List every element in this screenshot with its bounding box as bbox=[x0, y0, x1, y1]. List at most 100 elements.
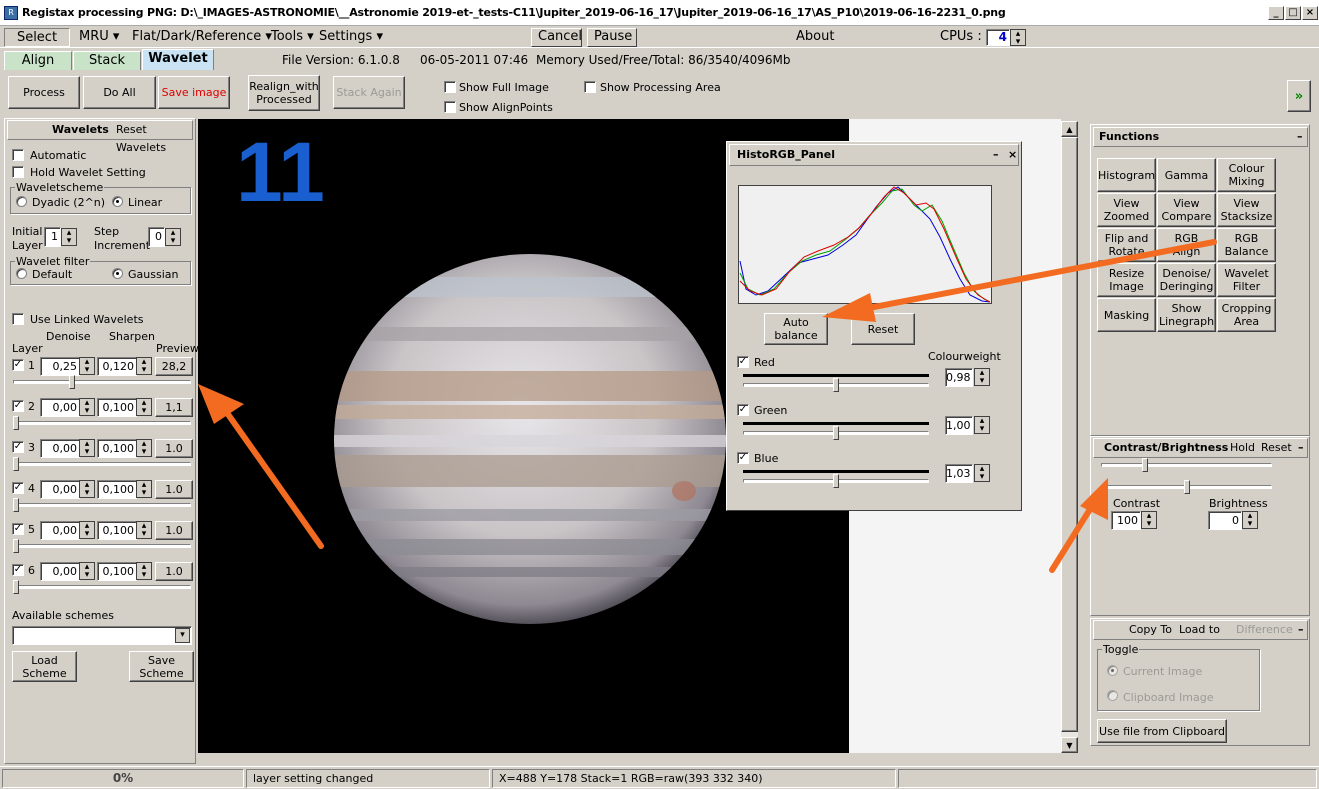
contrast-field[interactable]: 100 bbox=[1111, 511, 1141, 530]
tab-stack[interactable]: Stack bbox=[73, 51, 141, 70]
gaussian-filter-radio[interactable] bbox=[112, 268, 123, 279]
layer-denoise-spinner[interactable]: ▴ ▾ bbox=[79, 357, 95, 375]
layer-slider-thumb[interactable] bbox=[13, 416, 19, 430]
show-alignpoints-checkbox[interactable] bbox=[444, 101, 456, 113]
layer-enable-checkbox[interactable]: ✓ bbox=[12, 441, 24, 453]
difference-button[interactable]: Difference bbox=[1236, 621, 1293, 639]
layer-preview-button[interactable]: 28,2 bbox=[155, 357, 193, 376]
channel-slider-thumb[interactable] bbox=[833, 378, 839, 392]
contrast-spinner[interactable]: ▴ ▾ bbox=[1141, 511, 1157, 529]
step-increment-field[interactable]: 0 bbox=[148, 227, 165, 247]
cpus-spinner[interactable]: ▴ ▾ bbox=[1010, 29, 1026, 47]
maximize-button[interactable]: □ bbox=[1285, 6, 1301, 20]
layer-sharpen-spinner[interactable]: ▴ ▾ bbox=[136, 480, 152, 498]
layer-denoise-spinner[interactable]: ▴ ▾ bbox=[79, 480, 95, 498]
rgb-balance-button[interactable]: RGB Balance bbox=[1217, 228, 1276, 262]
current-image-radio[interactable] bbox=[1107, 665, 1118, 676]
copy-to-button[interactable]: Copy To bbox=[1129, 621, 1172, 639]
collapse-icon[interactable]: – bbox=[1297, 128, 1303, 146]
denoise-deringing-button[interactable]: Denoise/ Deringing bbox=[1157, 263, 1216, 297]
layer-slider-track[interactable] bbox=[13, 503, 191, 507]
contrast-reset-button[interactable]: Reset bbox=[1261, 439, 1292, 457]
layer-sharpen-field[interactable]: 0,100 bbox=[97, 480, 137, 499]
realign-with-processed-button[interactable]: Realign_with Processed bbox=[248, 75, 320, 111]
layer-sharpen-field[interactable]: 0,100 bbox=[97, 398, 137, 417]
menu-tools[interactable]: Tools ▾ bbox=[271, 28, 314, 46]
layer-denoise-field[interactable]: 0,00 bbox=[40, 480, 80, 499]
layer-enable-checkbox[interactable]: ✓ bbox=[12, 482, 24, 494]
tab-wavelet[interactable]: Wavelet bbox=[142, 49, 214, 70]
channel-weight-field[interactable]: 1,00 bbox=[945, 416, 973, 435]
contrast-slider-thumb[interactable] bbox=[1142, 458, 1148, 472]
layer-sharpen-spinner[interactable]: ▴ ▾ bbox=[136, 398, 152, 416]
step-increment-spinner[interactable]: ▴ ▾ bbox=[165, 228, 181, 246]
layer-preview-button[interactable]: 1,1 bbox=[155, 398, 193, 417]
menu-settings[interactable]: Settings ▾ bbox=[319, 28, 383, 46]
stack-again-button[interactable]: Stack Again bbox=[333, 76, 405, 109]
rgb-align-button[interactable]: RGB Align bbox=[1157, 228, 1216, 262]
view-zoomed-button[interactable]: View Zoomed bbox=[1097, 193, 1156, 227]
layer-slider-thumb[interactable] bbox=[13, 457, 19, 471]
channel-weight-spinner[interactable]: ▴ ▾ bbox=[974, 368, 990, 386]
layer-slider-track[interactable] bbox=[13, 421, 191, 425]
channel-weight-spinner[interactable]: ▴ ▾ bbox=[974, 416, 990, 434]
layer-sharpen-field[interactable]: 0,100 bbox=[97, 439, 137, 458]
load-to-button[interactable]: Load to bbox=[1179, 621, 1220, 639]
layer-slider-track[interactable] bbox=[13, 380, 191, 384]
close-button[interactable]: × bbox=[1302, 6, 1318, 20]
initial-layer-field[interactable]: 1 bbox=[44, 227, 61, 247]
scroll-down-icon[interactable]: ▼ bbox=[1061, 737, 1078, 753]
menu-about[interactable]: About bbox=[796, 28, 834, 46]
linear-radio[interactable] bbox=[112, 196, 123, 207]
wavelet-filter-button[interactable]: Wavelet Filter bbox=[1217, 263, 1276, 297]
collapse-icon[interactable]: – bbox=[1298, 621, 1304, 639]
channel-enable-checkbox[interactable]: ✓ bbox=[737, 356, 749, 368]
layer-preview-button[interactable]: 1.0 bbox=[155, 521, 193, 540]
layer-sharpen-field[interactable]: 0,100 bbox=[97, 562, 137, 581]
menu-select[interactable]: Select bbox=[4, 28, 70, 47]
brightness-field[interactable]: 0 bbox=[1208, 511, 1242, 530]
load-scheme-button[interactable]: Load Scheme bbox=[12, 651, 77, 682]
layer-sharpen-spinner[interactable]: ▴ ▾ bbox=[136, 439, 152, 457]
layer-sharpen-field[interactable]: 0,100 bbox=[97, 521, 137, 540]
histogram-button[interactable]: Histogram bbox=[1097, 158, 1156, 192]
minimize-button[interactable]: _ bbox=[1268, 6, 1284, 20]
view-stacksize-button[interactable]: View Stacksize bbox=[1217, 193, 1276, 227]
layer-denoise-spinner[interactable]: ▴ ▾ bbox=[79, 439, 95, 457]
show-linegraph-button[interactable]: Show Linegraph bbox=[1157, 298, 1216, 332]
clipboard-image-radio[interactable] bbox=[1107, 690, 1118, 701]
flip-and-rotate-button[interactable]: Flip and Rotate bbox=[1097, 228, 1156, 262]
cancel-button[interactable]: Cancel bbox=[531, 28, 582, 47]
layer-denoise-spinner[interactable]: ▴ ▾ bbox=[79, 398, 95, 416]
expand-panel-button[interactable]: » bbox=[1287, 80, 1311, 112]
close-icon[interactable]: × bbox=[1008, 145, 1017, 165]
layer-preview-button[interactable]: 1.0 bbox=[155, 439, 193, 458]
layer-denoise-field[interactable]: 0,00 bbox=[40, 398, 80, 417]
show-processing-area-checkbox[interactable] bbox=[584, 81, 596, 93]
reset-wavelets-button[interactable]: Reset Wavelets bbox=[116, 121, 192, 157]
layer-denoise-spinner[interactable]: ▴ ▾ bbox=[79, 562, 95, 580]
view-compare-button[interactable]: View Compare bbox=[1157, 193, 1216, 227]
layer-denoise-field[interactable]: 0,00 bbox=[40, 439, 80, 458]
layer-slider-thumb[interactable] bbox=[13, 580, 19, 594]
layer-preview-button[interactable]: 1.0 bbox=[155, 562, 193, 581]
scroll-thumb[interactable] bbox=[1061, 137, 1078, 732]
minimize-icon[interactable]: – bbox=[993, 145, 999, 165]
channel-weight-spinner[interactable]: ▴ ▾ bbox=[974, 464, 990, 482]
scroll-up-icon[interactable]: ▲ bbox=[1061, 121, 1078, 137]
layer-slider-thumb[interactable] bbox=[69, 375, 76, 389]
available-schemes-select[interactable] bbox=[12, 626, 192, 645]
use-file-from-clipboard-button[interactable]: Use file from Clipboard bbox=[1097, 719, 1227, 743]
layer-slider-track[interactable] bbox=[13, 544, 191, 548]
brightness-slider-thumb[interactable] bbox=[1184, 480, 1190, 494]
hold-button[interactable]: Hold bbox=[1230, 439, 1255, 457]
dyadic-radio[interactable] bbox=[16, 196, 27, 207]
channel-weight-field[interactable]: 1,03 bbox=[945, 464, 973, 483]
process-button[interactable]: Process bbox=[8, 76, 80, 109]
resize-image-button[interactable]: Resize Image bbox=[1097, 263, 1156, 297]
default-filter-radio[interactable] bbox=[16, 268, 27, 279]
brightness-spinner[interactable]: ▴ ▾ bbox=[1242, 511, 1258, 529]
layer-denoise-spinner[interactable]: ▴ ▾ bbox=[79, 521, 95, 539]
contrast-slider-track[interactable] bbox=[1101, 463, 1272, 467]
channel-slider-thumb[interactable] bbox=[833, 474, 839, 488]
